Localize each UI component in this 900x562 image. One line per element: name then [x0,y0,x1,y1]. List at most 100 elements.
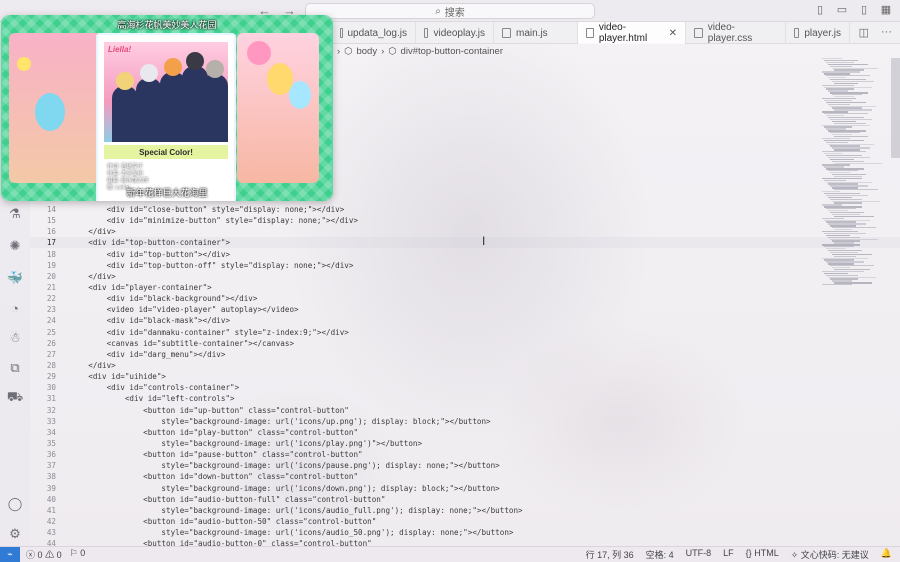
line-text: </div> [70,360,116,370]
code-line: 31 <div id="left-controls"> [30,393,830,404]
tab-videoplay[interactable]: videoplay.js [416,22,494,44]
file-icon [586,28,594,38]
picture-in-picture-video[interactable]: Liella! Special Color! 作词: 宫嶋淳子 作曲: 本多友纪… [1,15,333,201]
indentation[interactable]: 空格: 4 [646,548,674,561]
extension-circle-icon[interactable]: ◔ [7,300,23,316]
ai-assistant-icon[interactable]: ✺ [7,238,23,254]
layout-controls: ▯ ▭ ▯ ▦ [814,3,892,16]
code-line: 20 </div> [30,271,830,282]
line-number: 18 [46,249,56,259]
search-label: 搜索 [444,7,465,19]
search-icon: ⌕ [435,5,441,17]
error-icon: ⓧ [26,550,36,560]
tab-video-player-html[interactable]: video-player.html ✕ [578,22,686,44]
line-number: 17 [46,238,56,248]
vertical-scrollbar[interactable] [891,58,900,158]
pip-left-scene [9,33,104,183]
line-text: style="background-image: url('icons/up.p… [70,416,491,426]
line-number: 19 [46,260,56,270]
code-line: 29 <div id="uihide"> [30,371,830,382]
breadcrumb-item-div[interactable]: div#top-button-container [401,46,503,57]
line-number: 14 [46,205,56,214]
code-line: 19 <div id="top-button-off" style="displ… [30,260,830,271]
remote-explorer-icon[interactable]: ⧉ [7,360,23,376]
end-of-line[interactable]: LF [723,548,734,561]
character-head [186,52,204,70]
line-text: <button id="up-button" class="control-bu… [70,405,349,415]
minimap[interactable] [822,58,890,288]
code-line: 17 <div id="top-button-container"> [30,237,830,248]
encoding[interactable]: UTF-8 [686,548,712,561]
toggle-secondary-sidebar-icon[interactable]: ▯ [858,3,870,16]
command-center-search[interactable]: ⌕ 搜索 [305,3,595,19]
deploy-icon[interactable]: ⛟ [7,389,23,406]
character-head [116,72,134,90]
pip-right-scene [237,33,319,183]
customize-layout-icon[interactable]: ▦ [880,3,892,16]
code-line: 39 style="background-image: url('icons/d… [30,483,830,494]
code-line: 24 <div id="black-mask"></div> [30,315,830,326]
chevron-right-icon: › [337,45,341,57]
code-line: 21 <div id="player-container"> [30,282,830,293]
pip-album-card: Liella! Special Color! 作词: 宫嶋淳子 作曲: 本多友纪… [98,35,234,201]
testing-flask-icon[interactable]: ⚗ [7,206,23,222]
close-tab-icon[interactable]: ✕ [669,28,677,39]
toggle-sidebar-icon[interactable]: ▯ [814,3,826,16]
file-icon [502,28,511,38]
line-number: 20 [46,271,56,281]
line-text: <div id="minimize-button" style="display… [70,216,359,226]
line-text: style="background-image: url('icons/audi… [70,528,514,538]
breadcrumb-tag-icon: ⬡ [344,45,353,57]
warning-count: 0 [56,550,62,560]
code-line: 40 <button id="audio-button-full" class=… [30,494,830,505]
tab-main[interactable]: main.js [494,22,578,44]
code-line: 18 <div id="top-button"></div> [30,249,830,260]
toggle-panel-icon[interactable]: ▭ [836,3,848,16]
split-editor-icon[interactable]: ◫ [859,26,869,39]
language-mode[interactable]: {} HTML [746,548,779,561]
line-number: 38 [46,472,56,482]
line-text: <div id="controls-container"> [70,383,240,393]
file-icon [424,28,429,38]
balloon-shape [247,41,271,65]
line-number: 42 [46,516,56,526]
character-head [206,60,224,78]
line-number: 41 [46,505,56,515]
tab-video-player-css[interactable]: video-player.css [686,22,786,44]
line-number: 39 [46,483,56,493]
account-icon[interactable]: ◯ [7,496,23,512]
line-number: 24 [46,316,56,326]
pip-album-art: Liella! [104,42,228,142]
more-actions-icon[interactable]: ··· [881,26,892,39]
ai-extension-status[interactable]: ✧ 文心快码: 无建议 [791,548,869,561]
code-line: 15 <div id="minimize-button" style="disp… [30,215,830,226]
ports-indicator[interactable]: ⚐ 0 [70,548,86,561]
code-line: 37 style="background-image: url('icons/p… [30,460,830,471]
breadcrumb-item-body[interactable]: body [356,46,377,57]
status-bar: ⌁ ⓧ 0 ⚠ 0 ⚐ 0 行 17, 列 36 空格: 4 UTF-8 LF … [0,546,900,562]
tab-toolbar: ◫ ··· [859,26,892,39]
line-text: <div id="black-background"></div> [70,294,258,304]
line-text: <div id="black-mask"></div> [70,316,231,326]
settings-gear-icon[interactable]: ⚙ [7,526,23,542]
tab-player-js[interactable]: player.js [786,22,850,44]
file-icon [794,28,800,38]
line-number: 25 [46,327,56,337]
language-label: HTML [754,548,779,558]
line-number: 34 [46,427,56,437]
docker-icon[interactable]: 🐳 [7,270,23,286]
remote-indicator[interactable]: ⌁ [0,546,20,562]
code-line: 28 </div> [30,360,830,371]
bot-icon[interactable]: ☃ [7,330,23,346]
cursor-position[interactable]: 行 17, 列 36 [586,548,634,561]
code-line: 38 <button id="down-button" class="contr… [30,471,830,482]
notifications-bell-icon[interactable]: 🔔 [881,548,892,561]
tab-updata-log[interactable]: updata_log.js [332,22,416,44]
tab-label: video-player.css [707,22,753,44]
line-text: <div id="top-button"></div> [70,249,231,259]
line-number: 22 [46,294,56,304]
problems-indicator[interactable]: ⓧ 0 ⚠ 0 [26,548,62,561]
line-text: </div> [70,227,116,237]
line-text: style="background-image: url('icons/audi… [70,505,523,515]
line-text: <div id="player-container"> [70,282,212,292]
